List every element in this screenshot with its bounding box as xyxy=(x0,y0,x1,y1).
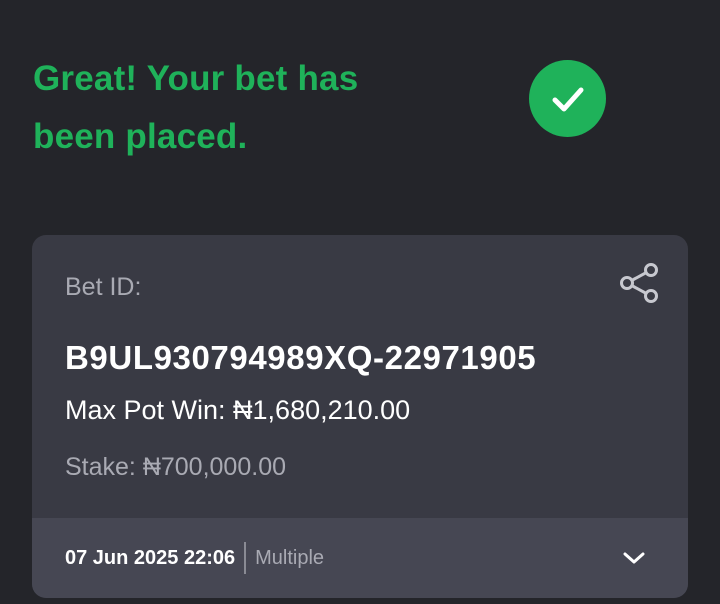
max-pot-win: Max Pot Win: ₦1,680,210.00 xyxy=(65,395,411,425)
share-icon xyxy=(620,263,658,303)
bet-card: Bet ID: B9UL930794989XQ-22971905 Max Pot… xyxy=(32,235,688,598)
expand-button[interactable] xyxy=(614,538,654,578)
share-button[interactable] xyxy=(615,259,663,307)
headline-line-2: been placed. xyxy=(33,117,248,156)
chevron-down-icon xyxy=(623,552,645,564)
footer-divider xyxy=(244,542,247,574)
bet-type: Multiple xyxy=(255,546,325,569)
confirmation-headline: Great! Your bet has been placed. xyxy=(33,50,453,166)
bet-id-value: B9UL930794989XQ-22971905 xyxy=(65,339,537,376)
stake-amount: Stake: ₦700,000.00 xyxy=(65,453,286,481)
bet-id-label: Bet ID: xyxy=(65,273,142,301)
headline-line-1: Great! Your bet has xyxy=(33,59,359,98)
bet-card-footer[interactable]: 07 Jun 2025 22:06 Multiple xyxy=(32,518,688,598)
check-circle-icon xyxy=(529,60,606,137)
bet-date: 07 Jun 2025 22:06 xyxy=(65,546,236,569)
bet-confirmation-screen: Great! Your bet has been placed. Bet ID:… xyxy=(0,0,720,604)
